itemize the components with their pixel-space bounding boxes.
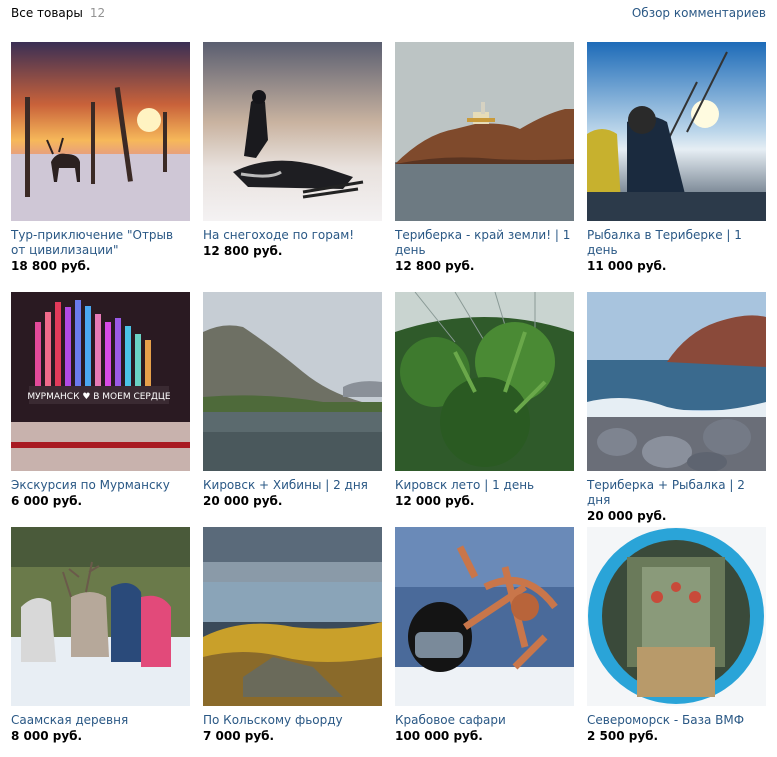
murmansk-sign-photo[interactable]: МУРМАНСК ♥ В МОЕМ СЕРДЦЕ bbox=[11, 292, 190, 471]
product-title[interactable]: Тур-приключение "Отрыв от цивилизации" 18… bbox=[11, 228, 190, 274]
product-price: 20 000 руб. bbox=[587, 509, 667, 523]
product-price: 12 000 руб. bbox=[395, 494, 475, 508]
product-price: 6 000 руб. bbox=[11, 494, 83, 508]
rocky-shore-photo[interactable] bbox=[587, 292, 766, 471]
product-price: 11 000 руб. bbox=[587, 259, 667, 273]
product-price: 12 800 руб. bbox=[203, 244, 283, 258]
product-price: 18 800 руб. bbox=[11, 259, 91, 273]
greenhouse-plants-photo[interactable] bbox=[395, 292, 574, 471]
product-title[interactable]: Рыбалка в Териберке | 1 день 11 000 руб. bbox=[587, 228, 766, 274]
product-price: 8 000 руб. bbox=[11, 729, 83, 743]
header: Все товары 12 Обзор комментариев bbox=[11, 6, 766, 24]
product-title[interactable]: На снегоходе по горам! 12 800 руб. bbox=[203, 228, 382, 259]
khibiny-mountain-photo[interactable] bbox=[203, 292, 382, 471]
product-price: 2 500 руб. bbox=[587, 729, 659, 743]
product-title[interactable]: Кировск + Хибины | 2 дня 20 000 руб. bbox=[203, 478, 382, 509]
submarine-interior-photo[interactable] bbox=[587, 527, 766, 706]
product-title[interactable]: Саамская деревня 8 000 руб. bbox=[11, 713, 190, 744]
saami-reindeer-photo[interactable] bbox=[11, 527, 190, 706]
reindeer-sunset-photo[interactable] bbox=[11, 42, 190, 221]
kola-fjord-photo[interactable] bbox=[203, 527, 382, 706]
items-count: 12 bbox=[89, 6, 106, 20]
product-title[interactable]: Териберка + Рыбалка | 2 дня 20 000 руб. bbox=[587, 478, 766, 524]
product-title[interactable]: По Кольскому фьорду 7 000 руб. bbox=[203, 713, 382, 744]
lighthouse-island-photo[interactable] bbox=[395, 42, 574, 221]
product-title[interactable]: Североморск - База ВМФ 2 500 руб. bbox=[587, 713, 766, 744]
product-price: 12 800 руб. bbox=[395, 259, 475, 273]
product-title[interactable]: Крабовое сафари 100 000 руб. bbox=[395, 713, 574, 744]
svg-text:МУРМАНСК ♥ В МОЕМ СЕРДЦЕ: МУРМАНСК ♥ В МОЕМ СЕРДЦЕ bbox=[27, 392, 170, 402]
product-price: 20 000 руб. bbox=[203, 494, 283, 508]
section-title[interactable]: Все товары bbox=[11, 6, 83, 20]
comments-review-link[interactable]: Обзор комментариев bbox=[632, 6, 766, 20]
product-title[interactable]: Кировск лето | 1 день 12 000 руб. bbox=[395, 478, 574, 509]
fishing-photo[interactable] bbox=[587, 42, 766, 221]
product-price: 7 000 руб. bbox=[203, 729, 275, 743]
product-price: 100 000 руб. bbox=[395, 729, 483, 743]
crab-diver-photo[interactable] bbox=[395, 527, 574, 706]
product-title[interactable]: Экскурсия по Мурманску 6 000 руб. bbox=[11, 478, 190, 509]
snowmobile-photo[interactable] bbox=[203, 42, 382, 221]
product-title[interactable]: Териберка - край земли! | 1 день 12 800 р… bbox=[395, 228, 574, 274]
